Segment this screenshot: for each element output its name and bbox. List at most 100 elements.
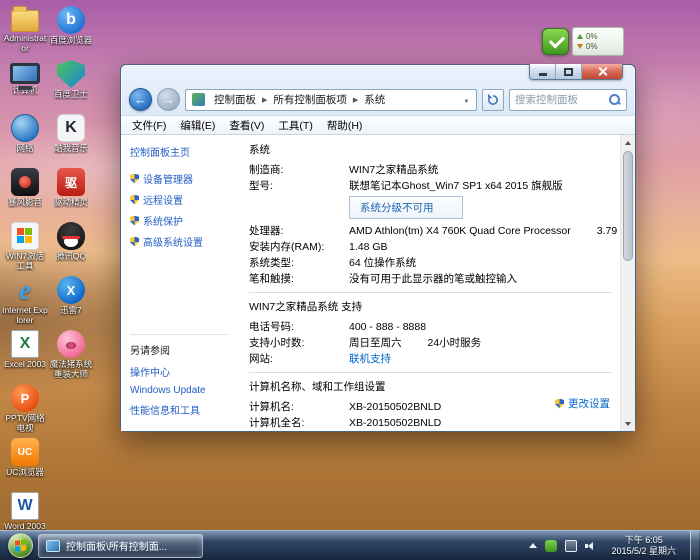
uc-browser-icon: UC xyxy=(11,438,39,466)
section-divider xyxy=(249,372,612,373)
desktop-icon-baidu-browser[interactable]: b百度浏览器 xyxy=(48,6,94,60)
breadcrumb-all-items[interactable]: 所有控制面板项 xyxy=(268,92,352,107)
minimize-button[interactable] xyxy=(530,64,556,79)
refresh-button[interactable] xyxy=(482,89,504,111)
breadcrumb-system[interactable]: 系统 xyxy=(359,92,390,107)
support-section: WIN7之家精品系统 支持 电话号码:400 - 888 - 8888 支持小时… xyxy=(249,299,612,365)
desktop-icon-network[interactable]: 网络 xyxy=(2,114,48,168)
tray-security-icon[interactable] xyxy=(545,540,557,552)
start-button[interactable] xyxy=(8,533,33,558)
desktop-icon-pptv[interactable]: PPPTV网络电视 xyxy=(2,384,48,438)
vertical-scrollbar[interactable] xyxy=(620,135,635,431)
speed-panel[interactable]: 0% 0% xyxy=(572,27,624,56)
online-support-link[interactable]: 联机支持 xyxy=(349,353,391,365)
desktop-icon-player[interactable]: 暴风影音 xyxy=(2,168,48,222)
window-titlebar[interactable] xyxy=(121,65,635,84)
desktop-icon-uc-browser[interactable]: UCUC浏览器 xyxy=(2,438,48,492)
tray-volume-icon[interactable] xyxy=(585,540,597,552)
desktop-icon-qq[interactable]: 腾讯QQ xyxy=(48,222,94,276)
menu-view[interactable]: 查看(V) xyxy=(222,116,271,135)
desktop-icon-excel[interactable]: XExcel 2003 xyxy=(2,330,48,384)
sidebar-item-windows-update[interactable]: Windows Update xyxy=(130,385,229,396)
row-label: 支持小时数: xyxy=(249,337,349,349)
qq-penguin-icon xyxy=(57,222,85,250)
speed-widget[interactable]: 0% 0% xyxy=(542,27,624,56)
info-row: 系统类型:64 位操作系统 xyxy=(249,257,612,269)
checkmark-icon[interactable] xyxy=(542,28,569,55)
close-button[interactable] xyxy=(582,64,622,79)
tasks-sidebar: 控制面板主页 设备管理器 远程设置 系统保护 高级系统设置 另请参阅 操作中心 … xyxy=(121,135,233,431)
desktop-icon-mofazhu[interactable]: 魔法猪系统重装大师 xyxy=(48,330,94,384)
address-bar[interactable]: 控制面板 所有控制面板项 系统 xyxy=(185,89,477,111)
address-dropdown-icon[interactable] xyxy=(459,94,474,106)
info-row: 笔和触摸:没有可用于此显示器的笔或触控输入 xyxy=(249,273,612,285)
kuwo-music-icon: K xyxy=(57,114,85,142)
scroll-up-button[interactable] xyxy=(621,135,635,150)
breadcrumb-control-panel[interactable]: 控制面板 xyxy=(209,92,261,107)
taskbar-clock[interactable]: 下午 6:05 2015/5/2 星期六 xyxy=(605,535,682,557)
sidebar-item-remote-settings[interactable]: 远程设置 xyxy=(130,192,229,207)
menu-tools[interactable]: 工具(T) xyxy=(271,116,319,135)
caption-buttons xyxy=(529,64,623,80)
excel-icon: X xyxy=(11,330,39,358)
sidebar-item-label: 设备管理器 xyxy=(143,171,193,186)
sidebar-item-advanced-settings[interactable]: 高级系统设置 xyxy=(130,234,229,249)
download-speed: 0% xyxy=(586,43,598,51)
desktop-icon-administrator[interactable]: Administrator xyxy=(2,6,48,60)
system-rating-link[interactable]: 系统分级不可用 xyxy=(349,196,463,219)
maximize-button[interactable] xyxy=(556,64,582,79)
desktop-icon-label: 百度浏览器 xyxy=(50,36,93,46)
section-divider xyxy=(249,292,612,293)
info-row: 计算机全名:XB-20150502BNLD xyxy=(249,417,612,429)
desktop-icon-computer[interactable]: 计算机 xyxy=(2,60,48,114)
menu-edit[interactable]: 编辑(E) xyxy=(173,116,222,135)
menu-file[interactable]: 文件(F) xyxy=(125,116,173,135)
row-value: 联想笔记本Ghost_Win7 SP1 x64 2015 旗舰版 xyxy=(349,180,563,192)
row-value: XB-20150502BNLD xyxy=(349,401,441,413)
desktop-icon-driver-genius[interactable]: 驱驱动精灵 xyxy=(48,168,94,222)
sidebar-item-action-center[interactable]: 操作中心 xyxy=(130,364,229,379)
change-settings-link[interactable]: 更改设置 xyxy=(568,396,610,411)
desktop-icon-ie[interactable]: eInternet Explorer xyxy=(2,276,48,330)
window-body: 控制面板主页 设备管理器 远程设置 系统保护 高级系统设置 另请参阅 操作中心 … xyxy=(121,134,635,431)
desktop-icon-column-2: b百度浏览器 百度卫士 K 酷我音乐 驱驱动精灵 腾讯QQ X迅雷7 魔法猪系统重… xyxy=(48,6,94,384)
sidebar-item-device-manager[interactable]: 设备管理器 xyxy=(130,171,229,186)
forward-button[interactable] xyxy=(157,88,180,111)
desktop-icon-label: 酷我音乐 xyxy=(54,144,88,154)
sidebar-item-control-panel-home[interactable]: 控制面板主页 xyxy=(130,144,229,159)
show-hidden-icons-icon[interactable] xyxy=(529,543,537,548)
scroll-down-button[interactable] xyxy=(621,416,635,431)
row-value-2: 24小时服务 xyxy=(428,337,482,349)
computer-name-section: 计算机名称、域和工作组设置 计算机名:XB-20150502BNLD 计算机全名… xyxy=(249,379,612,431)
desktop-icon-win7-tool[interactable]: WIN7激活工具 xyxy=(2,222,48,276)
maximize-icon xyxy=(564,68,573,76)
row-value: XB-20150502BNLD xyxy=(349,417,441,429)
back-button[interactable] xyxy=(129,88,152,111)
show-desktop-button[interactable] xyxy=(690,531,699,560)
menu-bar: 文件(F) 编辑(E) 查看(V) 工具(T) 帮助(H) xyxy=(121,115,635,134)
tray-network-icon[interactable] xyxy=(565,540,577,552)
menu-help[interactable]: 帮助(H) xyxy=(320,116,370,135)
sidebar-item-performance-tools[interactable]: 性能信息和工具 xyxy=(130,402,229,417)
desktop-icon-kuwo-music[interactable]: K 酷我音乐 xyxy=(48,114,94,168)
taskbar-button-control-panel[interactable]: 控制面板\所有控制面... xyxy=(38,534,203,558)
system-tray: 下午 6:05 2015/5/2 星期六 xyxy=(529,531,700,560)
scrollbar-track[interactable] xyxy=(621,150,635,416)
uac-shield-icon xyxy=(130,174,139,184)
scroll-down-icon xyxy=(625,422,631,426)
change-settings[interactable]: 更改设置 xyxy=(555,396,610,411)
uac-shield-icon xyxy=(130,216,139,226)
control-panel-task-icon xyxy=(46,540,60,552)
user-folder-icon xyxy=(11,10,39,32)
sidebar-item-system-protection[interactable]: 系统保护 xyxy=(130,213,229,228)
breadcrumb-separator-icon xyxy=(352,96,359,104)
desktop-icon-baidu-guard[interactable]: 百度卫士 xyxy=(48,60,94,114)
scroll-up-icon xyxy=(625,141,631,145)
windows-flag-icon xyxy=(15,539,26,552)
search-box[interactable]: 搜索控制面板 xyxy=(509,89,627,111)
row-label: 处理器: xyxy=(249,225,349,237)
desktop-icon-xunlei[interactable]: X迅雷7 xyxy=(48,276,94,330)
search-icon[interactable] xyxy=(608,93,621,106)
control-panel-icon xyxy=(192,93,205,106)
scrollbar-thumb[interactable] xyxy=(623,151,633,261)
